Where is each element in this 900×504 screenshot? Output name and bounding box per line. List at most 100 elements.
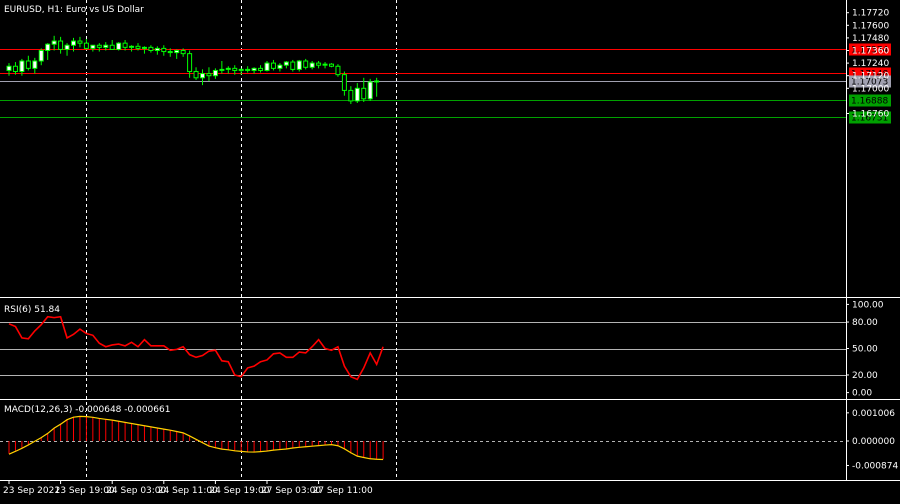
candle [154, 46, 160, 55]
candle-body [161, 47, 167, 53]
candle-body [19, 60, 25, 72]
candle [25, 55, 31, 71]
price-tick-label: 1.17120 [852, 72, 889, 82]
axis-layer: 1.173741.171481.170731.168881.167311.177… [0, 0, 900, 496]
time-tick-label: 27 Sep 11:00 [313, 486, 373, 496]
candle-body [154, 47, 160, 52]
candle [174, 49, 180, 59]
candle [200, 69, 205, 86]
candle-body [122, 42, 128, 48]
candle-body [58, 40, 64, 50]
candle-body [290, 61, 296, 70]
candle [51, 35, 57, 51]
candle-body [238, 68, 244, 71]
candle-body [141, 46, 147, 49]
macd-title: MACD(12,26,3) -0.000648 -0.000661 [4, 405, 170, 415]
candle-body [283, 61, 289, 66]
candle [335, 64, 341, 77]
macd-tick-label: 0.000000 [852, 437, 895, 447]
candle-body [71, 40, 76, 46]
candle [38, 48, 44, 66]
candle-body [109, 44, 115, 50]
rsi-tick-label: 50.00 [852, 345, 878, 355]
candle [58, 36, 64, 54]
candle [322, 62, 328, 69]
candle-body [25, 60, 31, 69]
rsi-tick-label: 100.00 [852, 300, 884, 310]
candle [354, 83, 360, 103]
candle [290, 59, 296, 72]
macd-panel [0, 415, 846, 461]
candle [348, 86, 354, 105]
candle-body [354, 87, 360, 102]
candle [270, 59, 276, 71]
candle-body [187, 53, 193, 73]
candle-body [296, 60, 302, 70]
candle [77, 36, 83, 48]
candle-body [96, 44, 102, 48]
candle-body [83, 42, 89, 49]
candle [277, 63, 283, 72]
candle-body [193, 71, 199, 79]
candle [264, 61, 270, 72]
candle-body [270, 62, 276, 69]
candle [296, 59, 302, 72]
candle-body [258, 67, 264, 71]
candle-body [206, 73, 212, 77]
price-tick-label: 1.17360 [852, 47, 889, 57]
candle [341, 71, 347, 96]
candle-body [361, 87, 367, 100]
rsi-title: RSI(6) 51.84 [4, 305, 60, 315]
candle-body [329, 63, 334, 67]
candle [251, 67, 257, 74]
candle-body [38, 50, 44, 62]
candle [12, 62, 18, 75]
candle [116, 42, 122, 51]
candle-body [277, 64, 283, 69]
price-tick-label: 1.17000 [852, 84, 889, 94]
candle-body [174, 50, 180, 54]
candle [161, 45, 167, 56]
candle-body [116, 42, 122, 50]
rsi-tick-label: 0.00 [852, 389, 872, 399]
candle [90, 44, 96, 52]
candle-body [6, 65, 12, 71]
candle-body [103, 44, 109, 48]
candle-body [232, 67, 238, 71]
price-tick-label: 1.16760 [852, 110, 889, 120]
candle-body [251, 67, 257, 71]
candle [45, 43, 51, 60]
candle-body [264, 62, 270, 71]
candle [225, 66, 231, 74]
candle-body [135, 45, 141, 49]
time-tick-label: 23 Sep 2021 [3, 486, 60, 496]
candle-body [303, 60, 309, 68]
candle-body [341, 74, 347, 91]
chart-canvas[interactable]: 1.173741.171481.170731.168881.167311.177… [0, 0, 900, 500]
macd-signal-line [8, 415, 384, 461]
candle [109, 40, 115, 50]
candle [122, 40, 128, 51]
macd-tick-label: 0.001006 [852, 409, 895, 419]
candle-body [200, 73, 205, 79]
candle [32, 57, 38, 74]
candle-body [90, 44, 96, 49]
candle [193, 67, 199, 80]
candle-body [129, 45, 135, 48]
chart-window[interactable]: 1.17374 1.17148 1.17073 1.16888 1.16731 1.177… [0, 0, 900, 500]
candle [374, 77, 380, 97]
price-level-label: 1.16888 [851, 97, 888, 107]
candle [367, 78, 373, 101]
rsi-tick-label: 80.00 [852, 318, 878, 328]
candle [245, 66, 251, 73]
candle-body [316, 62, 322, 66]
candle [148, 45, 154, 53]
candle-body [12, 65, 18, 72]
candle [83, 38, 89, 50]
candle [303, 58, 309, 70]
candle [219, 61, 225, 74]
price-tick-label: 1.17720 [852, 9, 889, 19]
candle [316, 61, 322, 69]
price-panel [0, 35, 846, 118]
candle-body [51, 40, 57, 45]
